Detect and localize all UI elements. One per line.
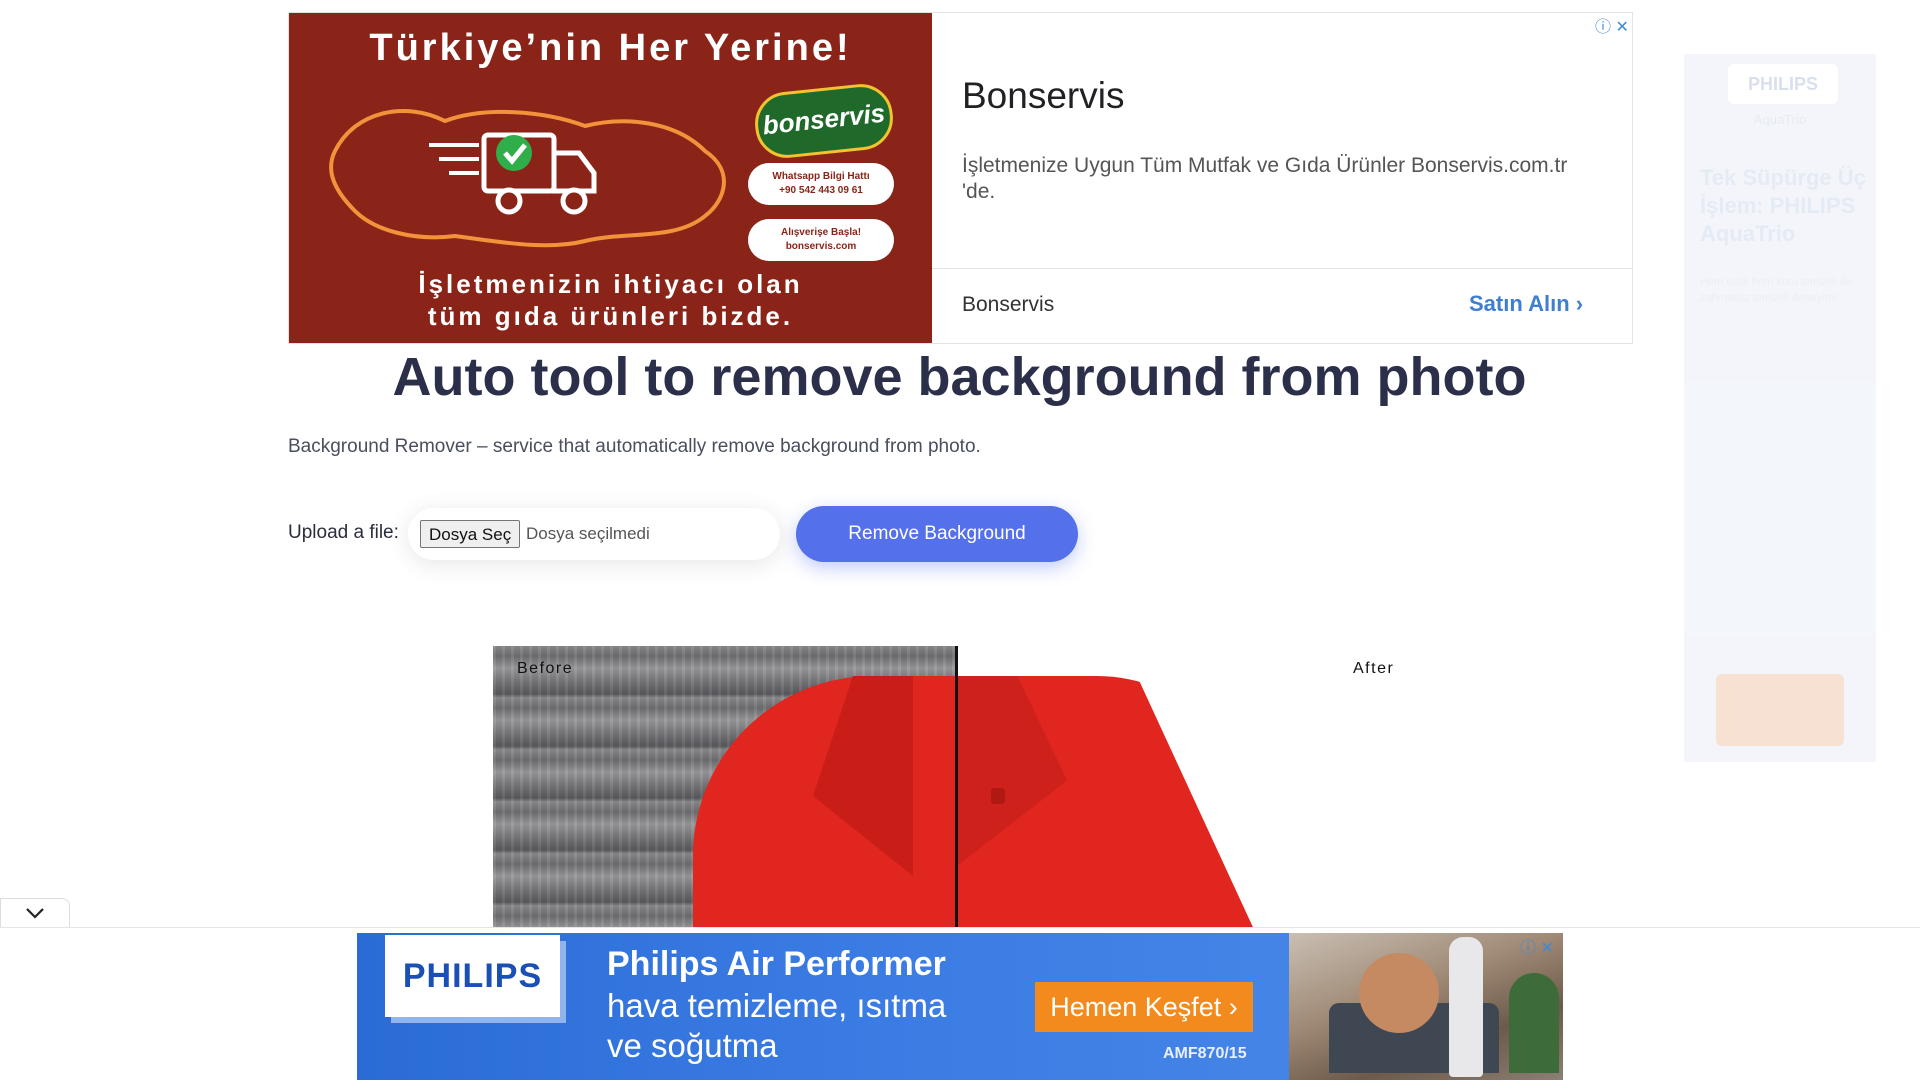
whatsapp-pill-title: Whatsapp Bilgi Hattı <box>772 171 870 182</box>
bonservis-logo: bonservis <box>751 80 897 162</box>
bottom-ad-model: AMF870/15 <box>1163 1045 1247 1062</box>
ad-description[interactable]: İşletmenize Uygun Tüm Mutfak ve Gıda Ürü… <box>962 153 1602 205</box>
remove-background-button[interactable]: Remove Background <box>796 506 1078 562</box>
bottom-ad-line-3: ve soğutma <box>607 1027 778 1064</box>
ad-title[interactable]: Bonservis <box>962 75 1124 117</box>
delivery-truck-icon <box>429 132 597 215</box>
ad-image[interactable]: Türkiye’nin Her Yerine! bonservis Whatsa… <box>289 13 932 343</box>
bottom-ad-line-2: hava temizleme, ısıtma <box>607 987 947 1024</box>
file-status: Dosya seçilmedi <box>526 524 650 543</box>
bottom-ad-cta-button[interactable]: Hemen Keşfet › <box>1035 982 1253 1032</box>
ad-advertiser[interactable]: Bonservis <box>962 293 1054 317</box>
ad-image-headline: Türkiye’nin Her Yerine! <box>369 27 852 69</box>
jacket-pin <box>991 788 1005 804</box>
shop-pill-title: Alışverişe Başla! <box>780 227 862 238</box>
whatsapp-pill[interactable]: Whatsapp Bilgi Hattı +90 542 443 09 61 <box>748 163 894 205</box>
sticky-ad-collapse-toggle[interactable] <box>0 898 70 929</box>
upload-label: Upload a file: <box>288 522 399 543</box>
whatsapp-pill-number: +90 542 443 09 61 <box>779 185 863 196</box>
comparison-slider-handle[interactable] <box>955 646 958 928</box>
before-label: Before <box>517 660 574 677</box>
page-title: Auto tool to remove background from phot… <box>392 347 1527 407</box>
side-ad-description: Hem ıslak hem kuru temizlik ile zahmetsi… <box>1700 276 1852 304</box>
ad-cta-link[interactable]: Satın Alın › <box>1469 291 1583 317</box>
shop-pill-url: bonservis.com <box>785 241 857 252</box>
plant-shape <box>1509 973 1559 1073</box>
bottom-banner-ad[interactable]: PHILIPS Philips Air Performer hava temiz… <box>357 933 1563 1080</box>
ad-image-tagline-2: tüm gıda ürünleri bizde. <box>427 301 794 331</box>
side-ad-headline: Tek Süpürge Üç İşlem: PHILIPS AquaTrio <box>1700 165 1866 246</box>
shop-pill[interactable]: Alışverişe Başla! bonservis.com <box>748 219 894 261</box>
chevron-down-icon <box>26 908 44 919</box>
after-label: After <box>1353 660 1395 677</box>
side-skyscraper-ad[interactable]: PHILIPS AquaTrio Tek Süpürge Üç İşlem: P… <box>1684 54 1876 762</box>
ad-image-tagline-1: İşletmenizin ihtiyacı olan <box>418 269 803 299</box>
file-input[interactable]: Dosya Seç Dosya seçilmedi <box>408 508 780 560</box>
air-purifier-shape <box>1449 937 1483 1077</box>
ad-info-close-icon[interactable]: ⓘ ✕ <box>1595 13 1629 37</box>
bottom-ad-info-close-icon[interactable]: ⓘ ✕ <box>1520 934 1554 958</box>
before-after-comparison[interactable]: Before After <box>493 646 1436 928</box>
page-subtitle: Background Remover – service that automa… <box>288 436 981 457</box>
bottom-ad-headline: Philips Air Performer <box>607 945 946 983</box>
top-banner-ad[interactable]: Türkiye’nin Her Yerine! bonservis Whatsa… <box>288 12 1633 344</box>
person-shape <box>1359 953 1439 1033</box>
choose-file-button[interactable]: Dosya Seç <box>420 520 521 548</box>
ad-image-tagline: İşletmenizin ihtiyacı olan tüm gıda ürün… <box>289 268 932 332</box>
side-ad-logo: PHILIPS <box>1728 64 1838 104</box>
philips-logo: PHILIPS <box>385 935 560 1017</box>
side-ad-sub: AquaTrio <box>1753 112 1807 127</box>
side-ad-cta[interactable] <box>1716 674 1844 746</box>
